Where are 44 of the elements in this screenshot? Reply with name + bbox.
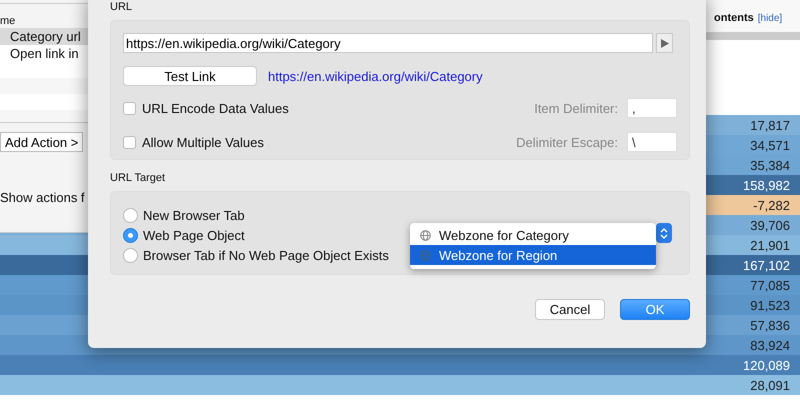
list-item[interactable]: Category url — [0, 28, 88, 45]
table-cell: 83,924 — [750, 338, 790, 352]
section-title: URL Target — [110, 172, 166, 185]
field-label: Item Delimiter: — [534, 100, 618, 116]
chevron-icon — [660, 226, 668, 240]
list-item[interactable]: Open link in — [0, 45, 88, 62]
table-cell: 28,091 — [750, 378, 790, 392]
play-icon — [660, 38, 668, 48]
table-cell: 167,102 — [743, 258, 790, 272]
radio-button[interactable] — [123, 208, 138, 222]
table-cell: 57,836 — [750, 318, 790, 332]
radio-button[interactable] — [123, 228, 138, 242]
menu-item[interactable]: Webzone for Category — [410, 225, 656, 245]
test-link-button[interactable]: Test Link — [123, 66, 257, 86]
insert-button[interactable] — [656, 33, 673, 53]
table-cell: -7,282 — [753, 198, 790, 212]
contents-title: ontents — [714, 12, 754, 24]
radio-button[interactable] — [123, 248, 138, 262]
table-cell: 77,085 — [750, 278, 790, 292]
table-cell: 17,817 — [750, 118, 790, 132]
radio-label: New Browser Tab — [143, 208, 245, 222]
radio-label: Browser Tab if No Web Page Object Exists — [143, 248, 389, 262]
globe-icon — [420, 250, 431, 260]
table-cell: 34,571 — [750, 138, 790, 152]
checkbox-label: Allow Multiple Values — [142, 134, 265, 150]
add-action-button[interactable]: Add Action > — [0, 132, 84, 152]
menu-item[interactable]: Webzone for Region — [410, 245, 656, 265]
cancel-button[interactable]: Cancel — [535, 299, 605, 320]
hide-link[interactable]: [hide] — [758, 13, 782, 24]
table-cell: 39,706 — [750, 218, 790, 232]
test-url-link[interactable]: https://en.wikipedia.org/wiki/Category — [268, 68, 483, 84]
table-cell: 91,523 — [750, 298, 790, 312]
globe-icon — [420, 230, 431, 240]
url-field[interactable]: https://en.wikipedia.org/wiki/Category — [123, 33, 653, 53]
field-label: Delimiter Escape: — [516, 134, 618, 150]
checkbox-label: URL Encode Data Values — [142, 100, 290, 116]
dropdown-stepper[interactable] — [656, 223, 672, 243]
table-cell: 21,901 — [750, 238, 790, 252]
radio-label: Web Page Object — [143, 228, 245, 242]
table-cell: 158,982 — [743, 178, 790, 192]
table-cell: 35,384 — [750, 158, 790, 172]
section-title: URL — [110, 1, 134, 14]
show-actions-label: Show actions f — [0, 190, 86, 205]
table-cell: 120,089 — [743, 358, 790, 372]
